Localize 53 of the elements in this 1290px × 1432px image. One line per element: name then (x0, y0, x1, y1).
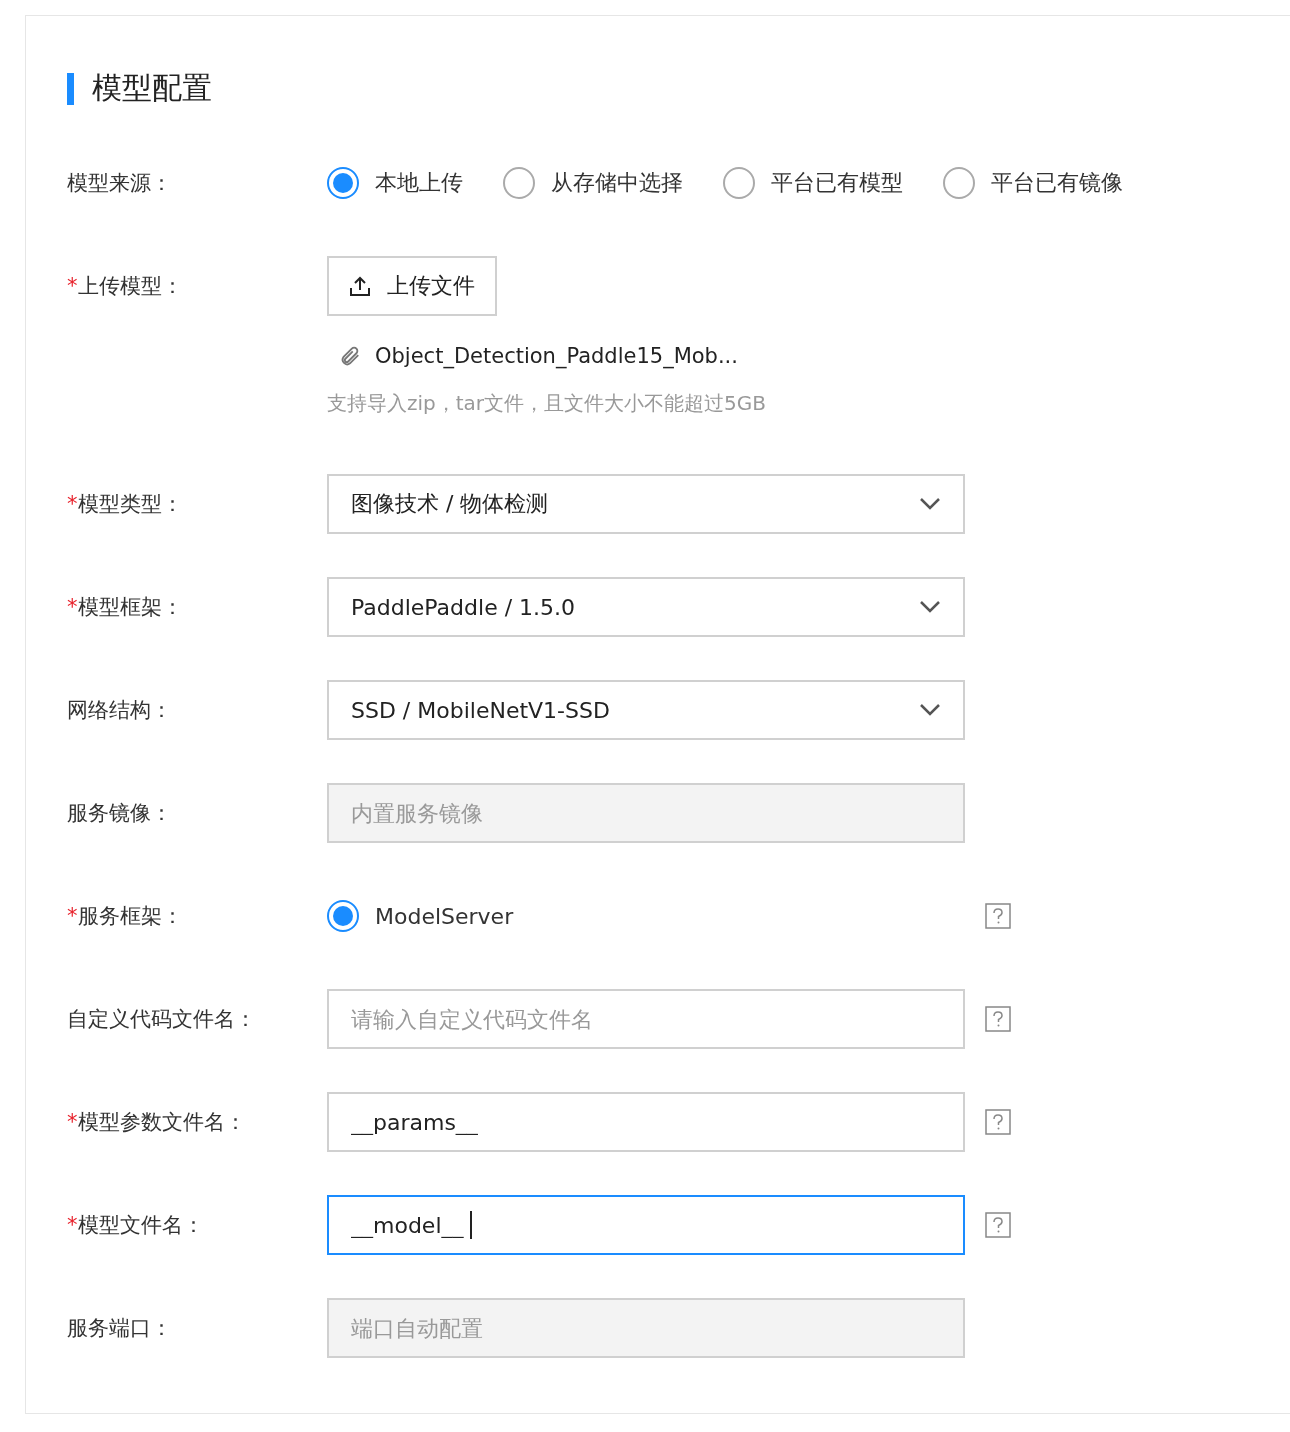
radio-button[interactable] (723, 167, 755, 199)
required-mark: * (67, 492, 78, 516)
radio-option[interactable]: 平台已有模型 (723, 167, 903, 199)
chevron-down-icon (919, 600, 941, 614)
hint-text: 支持导入zip，tar文件，且文件大小不能超过5GB (327, 390, 767, 417)
help-icon[interactable] (985, 1006, 1011, 1032)
radio-button[interactable] (503, 167, 535, 199)
section-title: 模型配置 (92, 69, 212, 107)
required-mark: * (67, 1110, 78, 1134)
chevron-down-icon (919, 497, 941, 511)
required-mark: * (67, 274, 78, 298)
radio-button[interactable] (327, 167, 359, 199)
input-field[interactable]: 请输入自定义代码文件名 (327, 989, 965, 1049)
upload-icon (349, 275, 371, 297)
paperclip-icon (339, 345, 361, 367)
field-label: 上传模型： (77, 273, 183, 300)
required-mark: * (67, 1213, 78, 1237)
radio-option[interactable]: 本地上传 (327, 167, 463, 199)
field-label: 模型来源： (67, 170, 172, 197)
radio-label: 本地上传 (375, 169, 463, 197)
title-bar-icon (67, 72, 74, 105)
select-field[interactable]: PaddlePaddle / 1.5.0 (327, 577, 965, 637)
upload-button[interactable]: 上传文件 (327, 256, 497, 316)
field-label: 服务框架： (77, 903, 183, 930)
help-icon[interactable] (985, 1212, 1011, 1238)
radio-label: 平台已有模型 (771, 169, 903, 197)
radio-option[interactable]: 平台已有镜像 (943, 167, 1123, 199)
required-mark: * (67, 595, 78, 619)
radio-option[interactable]: 从存储中选择 (503, 167, 683, 199)
field-label: 自定义代码文件名： (67, 1006, 256, 1033)
help-icon[interactable] (985, 1109, 1011, 1135)
radio-label: ModelServer (375, 903, 514, 929)
select-field[interactable]: 图像技术 / 物体检测 (327, 474, 965, 534)
field-label: 网络结构： (67, 697, 172, 724)
field-label: 模型文件名： (77, 1212, 204, 1239)
help-icon[interactable] (985, 903, 1011, 929)
input-field[interactable]: __params__ (327, 1092, 965, 1152)
radio-button[interactable] (943, 167, 975, 199)
radio-label: 平台已有镜像 (991, 169, 1123, 197)
radio-label: 从存储中选择 (551, 169, 683, 197)
input-field[interactable]: __model__ (327, 1195, 965, 1255)
required-mark: * (67, 904, 78, 928)
file-name[interactable]: Object_Detection_Paddle15_Mob... (375, 344, 738, 368)
select-field[interactable]: SSD / MobileNetV1-SSD (327, 680, 965, 740)
chevron-down-icon (919, 703, 941, 717)
field-label: 服务镜像： (67, 800, 172, 827)
radio-option[interactable]: ModelServer (327, 900, 514, 932)
field-label: 模型参数文件名： (77, 1109, 246, 1136)
field-label: 模型类型： (77, 491, 183, 518)
field-label: 模型框架： (77, 594, 183, 621)
radio-button[interactable] (327, 900, 359, 932)
field-label: 服务端口： (67, 1315, 172, 1342)
text-cursor (469, 1211, 472, 1239)
